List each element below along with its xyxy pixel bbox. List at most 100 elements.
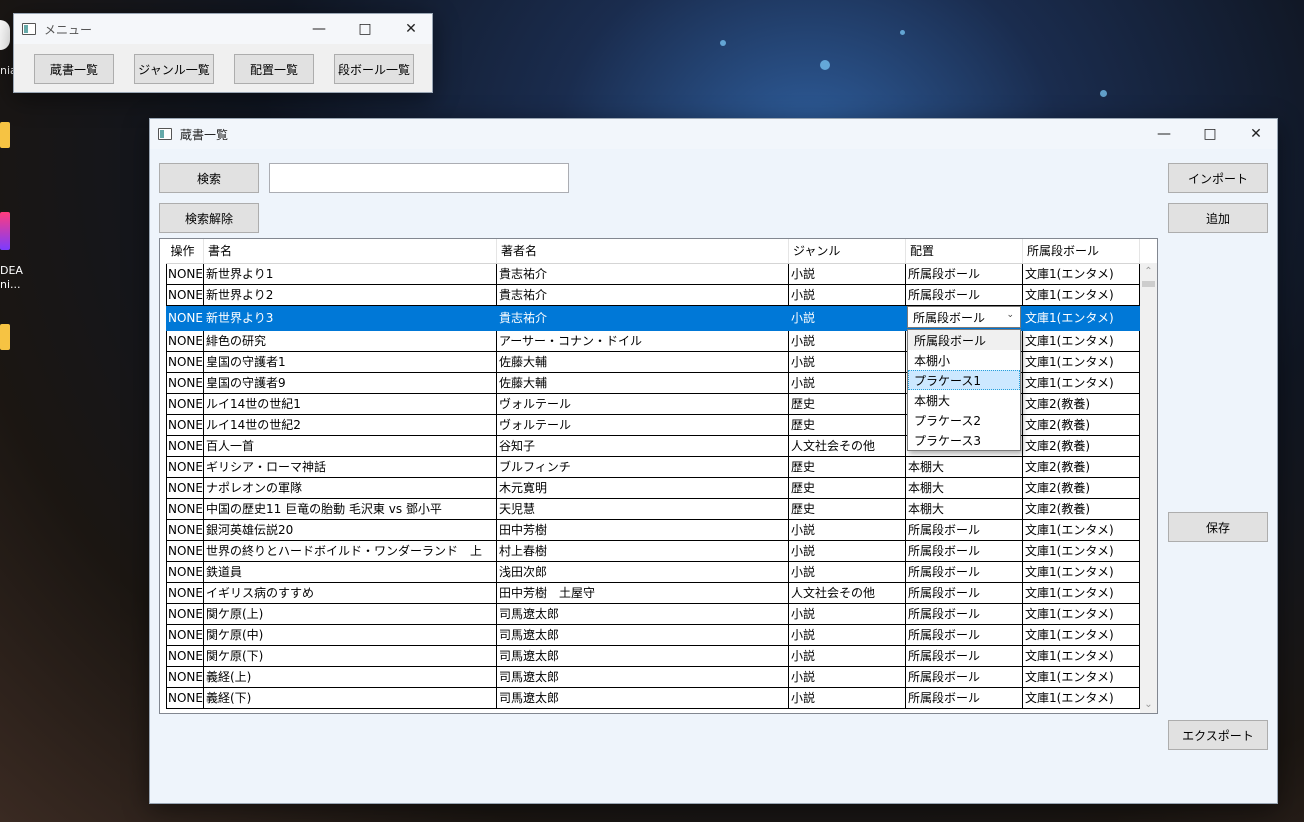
action-cell[interactable]: NONE <box>166 284 204 306</box>
box-cell[interactable]: 文庫2(教養) <box>1022 477 1140 499</box>
author-cell[interactable]: 佐藤大輔 <box>496 351 789 373</box>
action-cell[interactable]: NONE <box>166 330 204 352</box>
genre-cell[interactable]: 人文社会その他 <box>788 435 906 457</box>
box-cell[interactable]: 文庫1(エンタメ) <box>1022 284 1140 306</box>
action-cell[interactable]: NONE <box>166 582 204 604</box>
genre-cell[interactable]: 小説 <box>788 305 906 331</box>
action-cell[interactable]: NONE <box>166 372 204 394</box>
author-cell[interactable]: 浅田次郎 <box>496 561 789 583</box>
desktop-app-icon[interactable] <box>0 20 10 50</box>
box-cell[interactable]: 文庫1(エンタメ) <box>1022 372 1140 394</box>
save-button[interactable]: 保存 <box>1168 512 1268 542</box>
title-cell[interactable]: 義経(下) <box>203 687 497 709</box>
author-cell[interactable]: 貴志祐介 <box>496 284 789 306</box>
title-cell[interactable]: 皇国の守護者9 <box>203 372 497 394</box>
author-cell[interactable]: アーサー・コナン・ドイル <box>496 330 789 352</box>
table-row[interactable]: NONE 銀河英雄伝説20 田中芳樹 小説 所属段ボール 文庫1(エンタメ) <box>166 519 1140 541</box>
action-cell[interactable]: NONE <box>166 645 204 667</box>
scroll-up-icon[interactable]: ⌃ <box>1140 263 1157 280</box>
author-cell[interactable]: ヴォルテール <box>496 393 789 415</box>
placement-cell[interactable]: 所属段ボール <box>905 687 1023 709</box>
box-cell[interactable]: 文庫1(エンタメ) <box>1022 624 1140 646</box>
title-cell[interactable]: 関ケ原(下) <box>203 645 497 667</box>
menu-titlebar[interactable]: メニュー — □ ✕ <box>14 14 432 44</box>
placement-cell[interactable]: 所属段ボール <box>905 540 1023 562</box>
author-cell[interactable]: 佐藤大輔 <box>496 372 789 394</box>
box-cell[interactable]: 文庫1(エンタメ) <box>1022 305 1140 331</box>
placement-cell[interactable]: 所属段ボール <box>905 263 1023 285</box>
dropdown-option[interactable]: プラケース2 <box>908 410 1020 430</box>
placement-cell[interactable]: 所属段ボール <box>905 284 1023 306</box>
title-cell[interactable]: ルイ14世の世紀2 <box>203 414 497 436</box>
table-row[interactable]: NONE 関ケ原(上) 司馬遼太郎 小説 所属段ボール 文庫1(エンタメ) <box>166 603 1140 625</box>
genre-cell[interactable]: 小説 <box>788 540 906 562</box>
table-row[interactable]: NONE ギリシア・ローマ神話 ブルフィンチ 歴史 本棚大 文庫2(教養) <box>166 456 1140 478</box>
genre-cell[interactable]: 小説 <box>788 666 906 688</box>
title-cell[interactable]: 義経(上) <box>203 666 497 688</box>
column-header-genre[interactable]: ジャンル <box>788 239 906 264</box>
table-row[interactable]: NONE ナポレオンの軍隊 木元寛明 歴史 本棚大 文庫2(教養) <box>166 477 1140 499</box>
title-cell[interactable]: 関ケ原(中) <box>203 624 497 646</box>
action-cell[interactable]: NONE <box>166 498 204 520</box>
placement-cell[interactable]: 本棚大 <box>905 498 1023 520</box>
desktop-folder-icon[interactable] <box>0 122 10 148</box>
placement-combobox[interactable]: 所属段ボール ⌄ <box>907 306 1021 328</box>
placement-cell[interactable]: 本棚大 <box>905 456 1023 478</box>
title-cell[interactable]: 新世界より3 <box>203 305 497 331</box>
placement-cell[interactable]: 所属段ボール <box>905 603 1023 625</box>
title-cell[interactable]: ルイ14世の世紀1 <box>203 393 497 415</box>
genre-cell[interactable]: 小説 <box>788 603 906 625</box>
title-cell[interactable]: 銀河英雄伝説20 <box>203 519 497 541</box>
title-cell[interactable]: 世界の終りとハードボイルド・ワンダーランド 上 <box>203 540 497 562</box>
table-row[interactable]: NONE 新世界より1 貴志祐介 小説 所属段ボール 文庫1(エンタメ) <box>166 263 1140 285</box>
books-titlebar[interactable]: 蔵書一覧 — □ ✕ <box>150 119 1277 149</box>
desktop-folder-icon[interactable] <box>0 324 10 350</box>
column-header-box[interactable]: 所属段ボール <box>1022 239 1140 264</box>
action-cell[interactable]: NONE <box>166 519 204 541</box>
grid-vertical-scrollbar[interactable]: ⌃ ⌄ <box>1140 263 1157 713</box>
column-header-author[interactable]: 著者名 <box>496 239 789 264</box>
genre-list-button[interactable]: ジャンル一覧 <box>134 54 214 84</box>
box-cell[interactable]: 文庫1(エンタメ) <box>1022 582 1140 604</box>
box-cell[interactable]: 文庫1(エンタメ) <box>1022 519 1140 541</box>
placement-list-button[interactable]: 配置一覧 <box>234 54 314 84</box>
box-cell[interactable]: 文庫1(エンタメ) <box>1022 351 1140 373</box>
add-button[interactable]: 追加 <box>1168 203 1268 233</box>
maximize-icon[interactable]: □ <box>1187 119 1233 149</box>
genre-cell[interactable]: 歴史 <box>788 498 906 520</box>
author-cell[interactable]: 木元寛明 <box>496 477 789 499</box>
action-cell[interactable]: NONE <box>166 263 204 285</box>
table-row[interactable]: NONE イギリス病のすすめ 田中芳樹 土屋守 人文社会その他 所属段ボール 文庫1(エン… <box>166 582 1140 604</box>
scroll-down-icon[interactable]: ⌄ <box>1140 696 1157 713</box>
author-cell[interactable]: ブルフィンチ <box>496 456 789 478</box>
genre-cell[interactable]: 歴史 <box>788 414 906 436</box>
search-input[interactable] <box>269 163 569 193</box>
genre-cell[interactable]: 小説 <box>788 284 906 306</box>
action-cell[interactable]: NONE <box>166 624 204 646</box>
author-cell[interactable]: 司馬遼太郎 <box>496 603 789 625</box>
action-cell[interactable]: NONE <box>166 603 204 625</box>
box-cell[interactable]: 文庫1(エンタメ) <box>1022 666 1140 688</box>
box-cell[interactable]: 文庫1(エンタメ) <box>1022 561 1140 583</box>
box-cell[interactable]: 文庫1(エンタメ) <box>1022 645 1140 667</box>
export-button[interactable]: エクスポート <box>1168 720 1268 750</box>
dropdown-option[interactable]: 本棚小 <box>908 350 1020 370</box>
box-cell[interactable]: 文庫2(教養) <box>1022 498 1140 520</box>
action-cell[interactable]: NONE <box>166 393 204 415</box>
author-cell[interactable]: 田中芳樹 土屋守 <box>496 582 789 604</box>
close-icon[interactable]: ✕ <box>388 14 434 44</box>
desktop-idea-icon[interactable] <box>0 212 10 250</box>
title-cell[interactable]: ギリシア・ローマ神話 <box>203 456 497 478</box>
placement-cell[interactable]: 所属段ボール <box>905 666 1023 688</box>
author-cell[interactable]: 村上春樹 <box>496 540 789 562</box>
box-cell[interactable]: 文庫1(エンタメ) <box>1022 330 1140 352</box>
title-cell[interactable]: 新世界より1 <box>203 263 497 285</box>
box-list-button[interactable]: 段ボール一覧 <box>334 54 414 84</box>
placement-cell[interactable]: 所属段ボール <box>905 645 1023 667</box>
clear-search-button[interactable]: 検索解除 <box>159 203 259 233</box>
box-cell[interactable]: 文庫2(教養) <box>1022 414 1140 436</box>
genre-cell[interactable]: 小説 <box>788 624 906 646</box>
placement-dropdown[interactable]: 所属段ボール 本棚小 プラケース1 本棚大 プラケース2 プラケース3 <box>907 329 1021 451</box>
table-row[interactable]: NONE 義経(下) 司馬遼太郎 小説 所属段ボール 文庫1(エンタメ) <box>166 687 1140 709</box>
genre-cell[interactable]: 小説 <box>788 372 906 394</box>
